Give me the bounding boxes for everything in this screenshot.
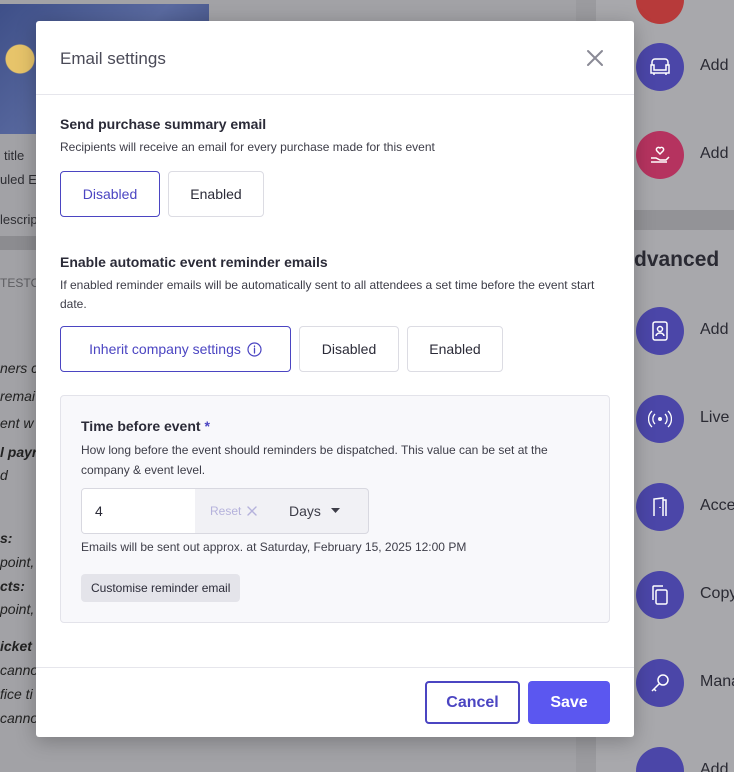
sofa-icon bbox=[636, 43, 684, 91]
reminder-section: Enable automatic event reminder emails I… bbox=[60, 254, 610, 372]
bg-italic-line: cts: bbox=[0, 578, 25, 594]
sidebar-action-manage: Mana bbox=[636, 659, 734, 707]
sidebar-action-label: Add bbox=[700, 145, 729, 162]
copy-icon bbox=[636, 571, 684, 619]
database-icon bbox=[636, 747, 684, 772]
sidebar-action-label: Add bbox=[700, 321, 729, 338]
time-before-event-title: Time before event * bbox=[81, 418, 210, 434]
reminder-schedule-note: Emails will be sent out approx. at Satur… bbox=[81, 540, 467, 554]
info-icon[interactable] bbox=[247, 341, 262, 357]
email-settings-modal: Email settings Send purchase summary ema… bbox=[36, 21, 634, 737]
bg-italic-line: point, bbox=[0, 554, 35, 570]
sidebar-action-label: Add bbox=[700, 57, 729, 74]
caret-down-icon bbox=[330, 508, 340, 513]
purchase-summary-section: Send purchase summary email Recipients w… bbox=[60, 116, 610, 217]
bg-italic-line: ent w bbox=[0, 415, 34, 431]
bg-italic-line: remai bbox=[0, 388, 36, 404]
sidebar-action-label: Mana bbox=[700, 673, 734, 690]
purchase-summary-description: Recipients will receive an email for eve… bbox=[60, 140, 435, 154]
modal-header: Email settings bbox=[36, 21, 634, 95]
bg-italic-line: point, bbox=[0, 601, 35, 617]
sidebar-action-copy: Copy bbox=[636, 571, 734, 619]
sidebar-action-add: Add bbox=[636, 43, 734, 91]
sidebar-action bbox=[636, 0, 734, 24]
purchase-summary-title: Send purchase summary email bbox=[60, 116, 267, 132]
save-button[interactable]: Save bbox=[528, 681, 610, 724]
bg-italic-line: icket bbox=[0, 638, 32, 654]
sidebar-action-add: Add bbox=[636, 307, 734, 355]
bg-italic-line: fice ti bbox=[0, 686, 33, 702]
reset-button[interactable]: Reset bbox=[195, 489, 275, 533]
bg-italic-line: canno bbox=[0, 662, 39, 678]
bg-italic-line: s: bbox=[0, 530, 13, 546]
key-icon bbox=[636, 659, 684, 707]
sidebar-action-add: Add bbox=[636, 131, 734, 179]
modal-title: Email settings bbox=[60, 49, 166, 68]
bg-italic-line: l payr bbox=[0, 444, 38, 460]
close-icon bbox=[247, 506, 258, 516]
purchase-summary-enabled-button[interactable]: Enabled bbox=[168, 171, 264, 217]
bg-label-description: lescrip bbox=[0, 212, 38, 227]
sidebar-action-label: Add bbox=[700, 761, 729, 772]
bg-label-title: title bbox=[4, 148, 25, 163]
reminder-inherit-button[interactable]: Inherit company settings bbox=[60, 326, 291, 372]
bg-italic-line: canno bbox=[0, 710, 39, 726]
reset-label: Reset bbox=[210, 504, 242, 518]
contact-book-icon bbox=[636, 307, 684, 355]
bg-italic-line: d bbox=[0, 467, 8, 483]
purchase-summary-options: Disabled Enabled bbox=[60, 171, 610, 217]
sidebar-action-label: Acce bbox=[700, 497, 734, 514]
reminder-disabled-button[interactable]: Disabled bbox=[299, 326, 399, 372]
bg-italic-line: ners c bbox=[0, 360, 39, 376]
close-button[interactable] bbox=[582, 45, 608, 71]
time-before-event-panel: Time before event * How long before the … bbox=[60, 395, 610, 623]
time-before-event-description: How long before the event should reminde… bbox=[81, 443, 548, 477]
unit-select-value: Days bbox=[289, 503, 321, 519]
unit-select[interactable]: Days bbox=[275, 489, 340, 533]
customise-reminder-email-button[interactable]: Customise reminder email bbox=[81, 574, 241, 602]
action-icon bbox=[636, 0, 684, 24]
time-before-input[interactable] bbox=[82, 489, 195, 533]
time-before-event-label: Time before event bbox=[81, 418, 201, 434]
purchase-summary-disabled-button[interactable]: Disabled bbox=[60, 171, 160, 217]
cancel-button[interactable]: Cancel bbox=[425, 681, 520, 724]
required-marker: * bbox=[204, 418, 210, 434]
sidebar-action-live: Live bbox=[636, 395, 734, 443]
close-icon bbox=[587, 50, 603, 66]
reminder-options: Inherit company settings Disabled Enable… bbox=[60, 326, 610, 372]
sidebar-action-label: Copy bbox=[700, 585, 734, 602]
heart-hand-icon bbox=[636, 131, 684, 179]
broadcast-icon bbox=[636, 395, 684, 443]
reminder-title: Enable automatic event reminder emails bbox=[60, 254, 328, 270]
modal-footer: Cancel Save bbox=[36, 667, 634, 737]
sidebar-action-add: Add bbox=[636, 747, 734, 772]
door-icon bbox=[636, 483, 684, 531]
sidebar-section-heading: dvanced bbox=[634, 248, 720, 271]
time-before-input-group: Reset Days bbox=[81, 488, 369, 534]
sidebar-action-label: Live bbox=[700, 409, 730, 426]
reminder-inherit-label: Inherit company settings bbox=[89, 341, 241, 357]
reminder-description: If enabled reminder emails will be autom… bbox=[60, 278, 595, 311]
reminder-enabled-button[interactable]: Enabled bbox=[407, 326, 503, 372]
sidebar-action-access: Acce bbox=[636, 483, 734, 531]
